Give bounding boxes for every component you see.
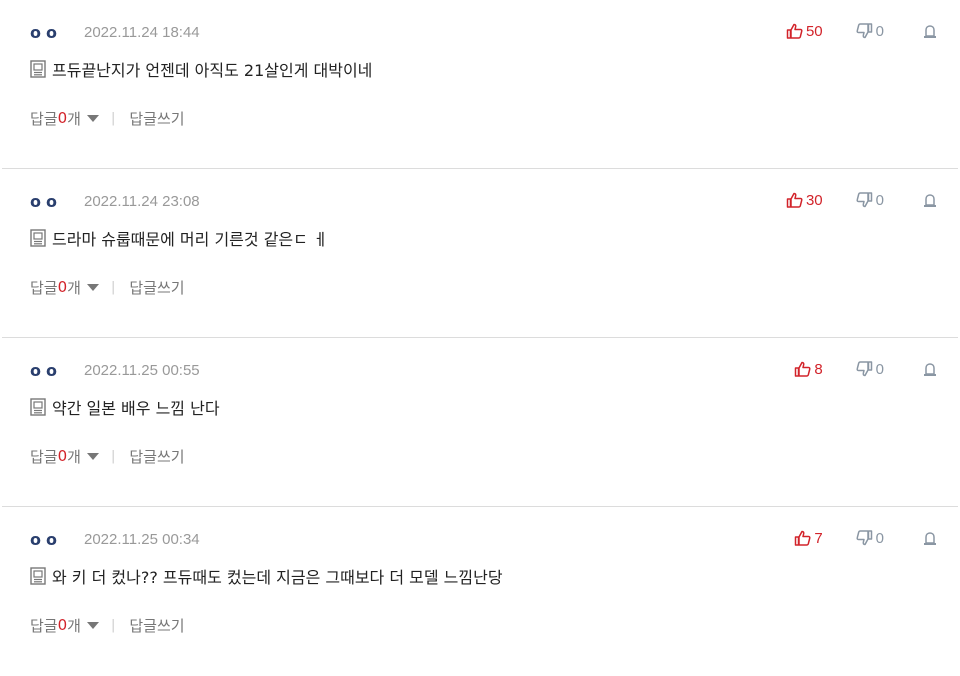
thumbs-up-icon	[786, 192, 803, 208]
comment-date: 2022.11.25 00:55	[83, 361, 200, 379]
memo-icon	[30, 60, 46, 78]
comment-date: 2022.11.24 18:44	[83, 23, 200, 41]
comment-item: oo 2022.11.24 18:44 50 0 프듀끝난지가 언젠데 아직도 …	[2, 0, 958, 169]
report-icon	[924, 193, 936, 207]
reply-count: 0	[57, 616, 68, 634]
caret-down-icon	[86, 452, 99, 460]
reply-toggle-button[interactable]: 답글 0 개	[30, 108, 99, 129]
comment-item: oo 2022.11.25 00:55 8 0 약간 일본 배우 느낌 난다 답…	[2, 338, 958, 507]
like-button[interactable]: 50	[786, 23, 823, 40]
reply-count: 0	[57, 278, 68, 296]
comment-body: 와 키 더 컸나?? 프듀때도 컸는데 지금은 그때보다 더 모델 느낌난당	[30, 565, 503, 587]
comment-text: 약간 일본 배우 느낌 난다	[52, 399, 220, 418]
dislike-button[interactable]: 0	[856, 361, 884, 378]
report-button[interactable]	[922, 24, 938, 39]
comment-date: 2022.11.24 23:08	[83, 192, 200, 210]
reply-unit: 개	[67, 278, 81, 297]
report-button[interactable]	[922, 193, 938, 208]
like-button[interactable]: 7	[794, 529, 823, 547]
report-button[interactable]	[922, 531, 938, 546]
thumbs-up-icon	[795, 361, 811, 377]
action-separator: |	[110, 110, 116, 126]
comment-nickname[interactable]: oo	[30, 361, 62, 380]
thumbs-up-icon	[786, 23, 803, 39]
comment-actions: 답글 0 개 | 답글쓰기	[30, 446, 185, 466]
vote-group: 50 0	[786, 21, 938, 41]
reply-toggle-button[interactable]: 답글 0 개	[30, 277, 99, 298]
like-button[interactable]: 8	[794, 360, 823, 378]
like-count: 50	[805, 22, 823, 40]
vote-group: 7 0	[794, 528, 938, 548]
action-separator: |	[110, 617, 116, 633]
comment-body: 프듀끝난지가 언젠데 아직도 21살인게 대박이네	[30, 58, 372, 80]
comment-item: oo 2022.11.24 23:08 30 0 드라마 슈룹때문에 머리 기른…	[2, 169, 958, 338]
reply-unit: 개	[67, 616, 81, 635]
caret-down-icon	[86, 114, 99, 122]
dislike-count: 0	[875, 191, 884, 209]
report-icon	[924, 362, 936, 376]
write-reply-button[interactable]: 답글쓰기	[129, 277, 184, 298]
comment-item: oo 2022.11.25 00:34 7 0 와 키 더 컸나?? 프듀때도 …	[2, 507, 958, 676]
comment-nickname[interactable]: oo	[30, 530, 62, 549]
comment-text: 와 키 더 컸나?? 프듀때도 컸는데 지금은 그때보다 더 모델 느낌난당	[52, 568, 503, 587]
reply-count: 0	[57, 109, 68, 127]
dislike-button[interactable]: 0	[856, 530, 884, 547]
comment-text: 프듀끝난지가 언젠데 아직도 21살인게 대박이네	[52, 61, 373, 80]
caret-down-icon	[86, 283, 99, 291]
comment-body: 약간 일본 배우 느낌 난다	[30, 396, 220, 418]
dislike-count: 0	[875, 22, 884, 40]
thumbs-up-icon	[795, 530, 811, 546]
report-icon	[924, 531, 936, 545]
reply-label: 답글	[30, 447, 58, 466]
caret-down-icon	[86, 621, 99, 629]
reply-label: 답글	[30, 616, 58, 635]
write-reply-button[interactable]: 답글쓰기	[129, 446, 184, 467]
dislike-count: 0	[875, 360, 884, 378]
like-count: 30	[805, 191, 823, 209]
comment-actions: 답글 0 개 | 답글쓰기	[30, 277, 185, 297]
dislike-count: 0	[875, 529, 884, 547]
thumbs-down-icon	[856, 530, 872, 546]
comment-meta: oo 2022.11.25 00:34	[30, 529, 200, 549]
like-button[interactable]: 30	[786, 192, 823, 209]
report-icon	[924, 24, 936, 38]
report-button[interactable]	[922, 362, 938, 377]
write-reply-button[interactable]: 답글쓰기	[129, 615, 184, 636]
comment-meta: oo 2022.11.24 18:44	[30, 22, 200, 42]
thumbs-down-icon	[856, 361, 872, 377]
like-count: 7	[814, 529, 823, 547]
memo-icon	[30, 229, 46, 247]
reply-unit: 개	[67, 447, 81, 466]
thumbs-down-icon	[856, 23, 872, 39]
comment-nickname[interactable]: oo	[30, 23, 62, 42]
comment-actions: 답글 0 개 | 답글쓰기	[30, 615, 185, 635]
like-count: 8	[814, 360, 823, 378]
action-separator: |	[110, 448, 116, 464]
reply-count: 0	[57, 447, 68, 465]
action-separator: |	[110, 279, 116, 295]
memo-icon	[30, 398, 46, 416]
dislike-button[interactable]: 0	[856, 192, 884, 209]
reply-toggle-button[interactable]: 답글 0 개	[30, 615, 99, 636]
comment-meta: oo 2022.11.25 00:55	[30, 360, 200, 380]
comment-list: oo 2022.11.24 18:44 50 0 프듀끝난지가 언젠데 아직도 …	[0, 0, 960, 676]
thumbs-down-icon	[856, 192, 872, 208]
vote-group: 8 0	[794, 359, 938, 379]
vote-group: 30 0	[786, 190, 938, 210]
comment-meta: oo 2022.11.24 23:08	[30, 191, 200, 211]
memo-icon	[30, 567, 46, 585]
reply-label: 답글	[30, 109, 58, 128]
reply-unit: 개	[67, 109, 81, 128]
dislike-button[interactable]: 0	[856, 23, 884, 40]
comment-nickname[interactable]: oo	[30, 192, 62, 211]
reply-label: 답글	[30, 278, 58, 297]
reply-toggle-button[interactable]: 답글 0 개	[30, 446, 99, 467]
comment-body: 드라마 슈룹때문에 머리 기른것 같은ㄷ ㅔ	[30, 227, 328, 249]
write-reply-button[interactable]: 답글쓰기	[129, 108, 184, 129]
comment-text: 드라마 슈룹때문에 머리 기른것 같은ㄷ ㅔ	[52, 230, 328, 249]
comment-date: 2022.11.25 00:34	[83, 530, 200, 548]
comment-actions: 답글 0 개 | 답글쓰기	[30, 108, 185, 128]
